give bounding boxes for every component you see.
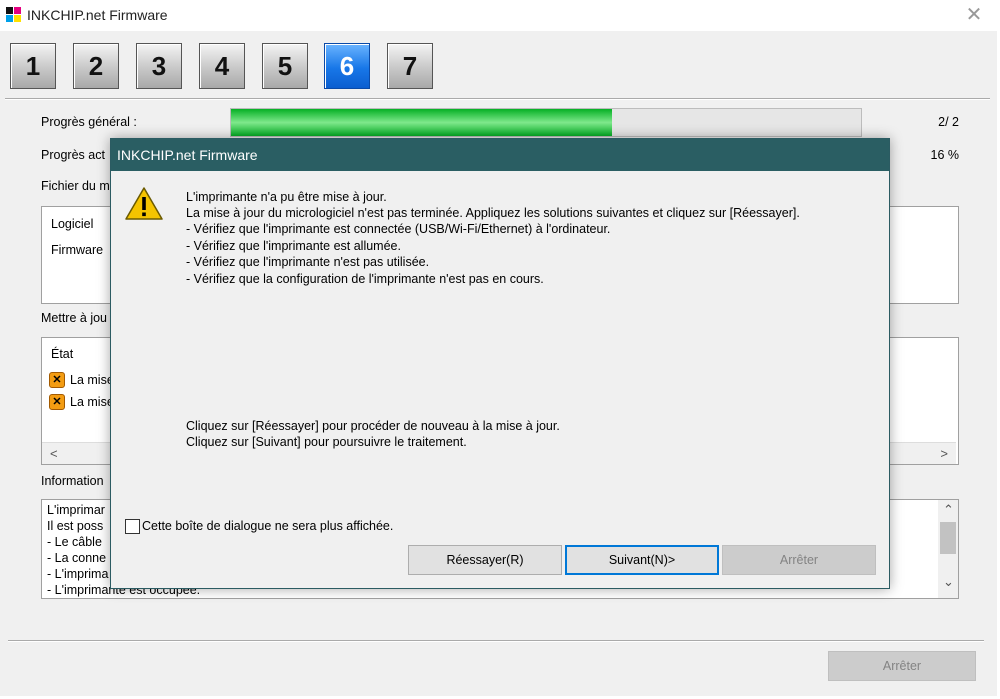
file-row-software: Logiciel (51, 217, 94, 231)
file-row-firmware: Firmware (51, 243, 104, 257)
general-progress-bar (230, 108, 862, 137)
dont-show-again-checkbox[interactable] (125, 519, 140, 534)
dialog-title: INKCHIP.net Firmware (117, 147, 258, 163)
divider (8, 640, 984, 642)
current-progress-value: 16 % (930, 148, 960, 162)
next-button[interactable]: Suivant(N)> (565, 545, 719, 575)
general-progress-fill (231, 109, 613, 136)
info-line: - La conne (47, 551, 107, 565)
retry-button[interactable]: Réessayer(R) (408, 545, 562, 575)
step-1: 1 (10, 43, 56, 89)
update-section-label: Mettre à jou (41, 311, 108, 325)
scroll-right-icon[interactable]: > (940, 446, 948, 461)
general-progress-value: 2/ 2 (938, 115, 959, 129)
current-progress-label: Progrès act (41, 148, 105, 162)
status-column-header[interactable]: État (51, 347, 73, 361)
close-icon[interactable]: ✕ (960, 2, 988, 28)
dialog-message-line: L'imprimante n'a pu être mise à jour. (186, 190, 387, 204)
info-line: - L'imprima (47, 567, 109, 581)
scrollbar-thumb[interactable] (940, 522, 956, 554)
vertical-scrollbar[interactable]: ⌃ ⌄ (938, 500, 958, 598)
update-row[interactable]: La mise (70, 373, 114, 387)
dialog-title-bar[interactable]: INKCHIP.net Firmware (111, 139, 889, 171)
scroll-left-icon[interactable]: < (50, 446, 58, 461)
warning-icon (125, 187, 163, 220)
stop-button[interactable]: Arrêter (828, 651, 976, 681)
step-6-active: 6 (324, 43, 370, 89)
step-2: 2 (73, 43, 119, 89)
dialog-message-line: - Vérifiez que l'imprimante n'est pas ut… (186, 255, 430, 269)
error-icon: ✕ (49, 372, 65, 388)
info-line: L'imprimar (47, 503, 105, 517)
dialog-footer-line: Cliquez sur [Réessayer] pour procéder de… (186, 419, 560, 433)
general-progress-label: Progrès général : (41, 115, 137, 129)
step-7: 7 (387, 43, 433, 89)
step-5: 5 (262, 43, 308, 89)
dont-show-again-label[interactable]: Cette boîte de dialogue ne sera plus aff… (142, 519, 393, 533)
window-title: INKCHIP.net Firmware (27, 7, 168, 23)
dialog-message-line: - Vérifiez que l'imprimante est allumée. (186, 239, 401, 253)
divider (5, 98, 990, 100)
error-dialog: INKCHIP.net Firmware L'imprimante n'a pu… (110, 138, 890, 589)
dialog-stop-button[interactable]: Arrêter (722, 545, 876, 575)
dialog-message-line: - Vérifiez que l'imprimante est connecté… (186, 222, 611, 236)
info-section-label: Information (41, 474, 104, 488)
info-line: - Le câble (47, 535, 102, 549)
info-line: Il est poss (47, 519, 104, 533)
update-row[interactable]: La mise (70, 395, 114, 409)
scroll-up-icon[interactable]: ⌃ (943, 502, 954, 518)
dialog-message-line: - Vérifiez que la configuration de l'imp… (186, 272, 544, 286)
step-4: 4 (199, 43, 245, 89)
inkchip-app-icon (6, 7, 22, 23)
step-3: 3 (136, 43, 182, 89)
error-icon: ✕ (49, 394, 65, 410)
file-section-label: Fichier du m (41, 179, 110, 193)
dialog-footer-line: Cliquez sur [Suivant] pour poursuivre le… (186, 435, 467, 449)
dialog-message-line: La mise à jour du micrologiciel n'est pa… (186, 206, 800, 220)
title-bar[interactable]: INKCHIP.net Firmware ✕ (0, 0, 1000, 31)
scroll-down-icon[interactable]: ⌄ (943, 574, 954, 590)
